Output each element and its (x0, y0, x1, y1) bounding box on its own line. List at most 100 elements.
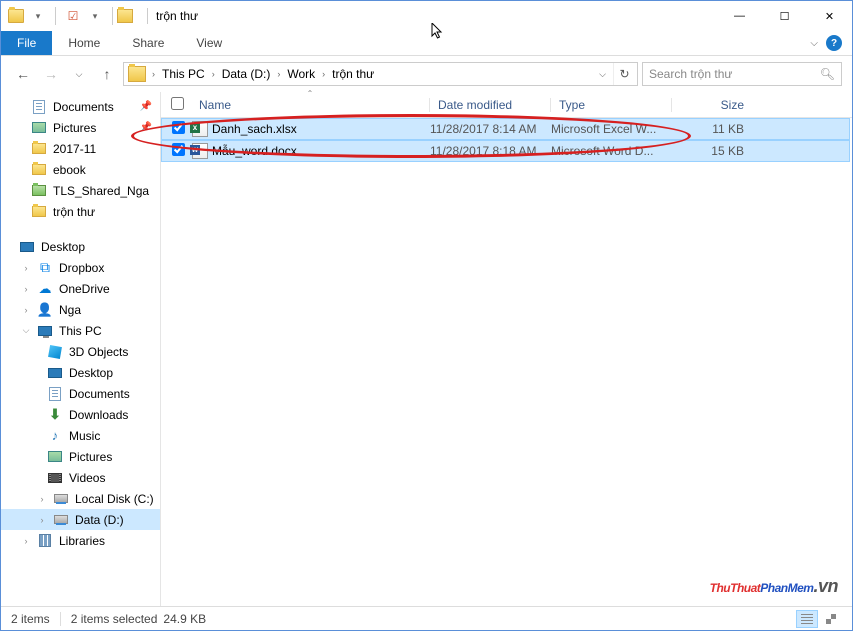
separator (112, 7, 113, 25)
breadcrumb-drive[interactable]: Data (D:) (219, 67, 274, 81)
help-icon[interactable]: ? (826, 35, 842, 51)
collapse-ribbon-icon[interactable]: ⌵ (810, 38, 818, 49)
expand-icon[interactable]: › (37, 515, 47, 525)
sidebar-item-pictures2[interactable]: Pictures (1, 446, 160, 467)
sidebar-item-documents[interactable]: Documents📌 (1, 96, 160, 117)
sidebar-item-ebook[interactable]: ebook (1, 159, 160, 180)
sidebar-item-desktop2[interactable]: Desktop (1, 362, 160, 383)
share-tab[interactable]: Share (116, 31, 180, 55)
sidebar-item-videos[interactable]: Videos (1, 467, 160, 488)
file-type: Microsoft Excel W... (551, 122, 672, 136)
folder-icon (31, 162, 47, 178)
window-controls: — ☐ ✕ (717, 1, 852, 31)
expand-icon[interactable]: › (21, 305, 31, 315)
music-icon: ♪ (47, 428, 63, 444)
minimize-button[interactable]: — (717, 1, 762, 31)
file-name: Danh_sach.xlsx (212, 122, 430, 136)
home-tab[interactable]: Home (52, 31, 116, 55)
search-icon[interactable]: 🔍︎ (820, 67, 835, 81)
search-placeholder: Search trộn thư (649, 67, 732, 81)
qat-dropdown-icon[interactable]: ▾ (29, 7, 47, 25)
breadcrumb-current[interactable]: trộn thư (329, 67, 377, 81)
file-date: 11/28/2017 8:18 AM (430, 144, 551, 158)
status-selected-size: 24.9 KB (163, 612, 206, 626)
word-file-icon (192, 143, 208, 159)
folder-icon[interactable] (7, 7, 25, 25)
maximize-button[interactable]: ☐ (762, 1, 807, 31)
thumbnails-view-button[interactable] (820, 610, 842, 628)
sidebar-item-dropbox[interactable]: ›⧉Dropbox (1, 257, 160, 278)
sidebar-item-desktop[interactable]: Desktop (1, 236, 160, 257)
downloads-icon: ⬇ (47, 407, 63, 423)
folder-icon (31, 141, 47, 157)
onedrive-icon: ☁ (37, 281, 53, 297)
chevron-right-icon[interactable]: › (319, 69, 328, 79)
document-icon (47, 386, 63, 402)
disk-icon (53, 491, 69, 507)
sidebar-item-201711[interactable]: 2017-11 (1, 138, 160, 159)
folder-icon (128, 66, 146, 82)
chevron-right-icon[interactable]: › (149, 69, 158, 79)
expand-icon[interactable]: › (21, 536, 31, 546)
window-folder-icon (117, 9, 133, 23)
sidebar-item-thispc[interactable]: ⌵This PC (1, 320, 160, 341)
column-size[interactable]: Size (672, 98, 762, 112)
sidebar-item-documents2[interactable]: Documents (1, 383, 160, 404)
sidebar-item-libraries[interactable]: ›Libraries (1, 530, 160, 551)
select-all-checkbox[interactable] (171, 97, 191, 113)
pc-icon (37, 323, 53, 339)
chevron-right-icon[interactable]: › (274, 69, 283, 79)
separator (147, 8, 148, 24)
back-button[interactable]: ← (11, 62, 35, 86)
refresh-button[interactable]: ↻ (613, 63, 635, 85)
file-list[interactable]: ⌃Name Date modified Type Size Danh_sach.… (161, 92, 852, 606)
expand-icon[interactable]: › (21, 284, 31, 294)
file-row[interactable]: Mẫu_word.docx 11/28/2017 8:18 AM Microso… (161, 140, 850, 162)
column-type[interactable]: Type (551, 98, 671, 112)
pin-icon: 📌 (140, 122, 152, 133)
properties-icon[interactable]: ☑ (64, 7, 82, 25)
separator (60, 612, 61, 626)
address-bar[interactable]: › This PC › Data (D:) › Work › trộn thư … (123, 62, 638, 86)
expand-icon[interactable]: › (21, 263, 31, 273)
collapse-icon[interactable]: ⌵ (21, 325, 31, 336)
breadcrumb-work[interactable]: Work (284, 67, 318, 81)
sidebar-item-onedrive[interactable]: ›☁OneDrive (1, 278, 160, 299)
column-date[interactable]: Date modified (430, 98, 550, 112)
address-dropdown-icon[interactable]: ⌵ (593, 69, 612, 80)
up-button[interactable]: ↑ (95, 62, 119, 86)
breadcrumb-thispc[interactable]: This PC (159, 67, 208, 81)
sort-asc-icon: ⌃ (307, 89, 314, 98)
file-row[interactable]: Danh_sach.xlsx 11/28/2017 8:14 AM Micros… (161, 118, 850, 140)
sidebar-item-pictures[interactable]: Pictures📌 (1, 117, 160, 138)
view-tab[interactable]: View (180, 31, 238, 55)
row-checkbox[interactable] (172, 143, 192, 159)
watermark: ThuThuatPhanMem.vn (710, 572, 838, 598)
qat-chevron-icon[interactable]: ▾ (86, 7, 104, 25)
navigation-pane[interactable]: Documents📌 Pictures📌 2017-11 ebook TLS_S… (1, 92, 161, 606)
search-input[interactable]: Search trộn thư 🔍︎ (642, 62, 842, 86)
folder-icon (31, 204, 47, 220)
row-checkbox[interactable] (172, 121, 192, 137)
close-button[interactable]: ✕ (807, 1, 852, 31)
sidebar-item-tls[interactable]: TLS_Shared_Nga (1, 180, 160, 201)
sidebar-item-downloads[interactable]: ⬇Downloads (1, 404, 160, 425)
status-selected-count: 2 items selected (71, 612, 158, 626)
expand-icon[interactable]: › (37, 494, 47, 504)
sidebar-item-diskd[interactable]: ›Data (D:) (1, 509, 160, 530)
pin-icon: 📌 (140, 101, 152, 112)
chevron-right-icon[interactable]: › (209, 69, 218, 79)
details-view-button[interactable] (796, 610, 818, 628)
shared-folder-icon (31, 183, 47, 199)
file-tab[interactable]: File (1, 31, 52, 55)
sidebar-item-user[interactable]: ›👤Nga (1, 299, 160, 320)
sidebar-item-tronthu[interactable]: trộn thư (1, 201, 160, 222)
window-title: trộn thư (156, 9, 198, 23)
sidebar-item-3dobjects[interactable]: 3D Objects (1, 341, 160, 362)
main-area: Documents📌 Pictures📌 2017-11 ebook TLS_S… (1, 92, 852, 606)
forward-button[interactable]: → (39, 62, 63, 86)
recent-dropdown[interactable]: ⌵ (67, 62, 91, 86)
column-name[interactable]: ⌃Name (191, 98, 429, 112)
sidebar-item-diskc[interactable]: ›Local Disk (C:) (1, 488, 160, 509)
sidebar-item-music[interactable]: ♪Music (1, 425, 160, 446)
